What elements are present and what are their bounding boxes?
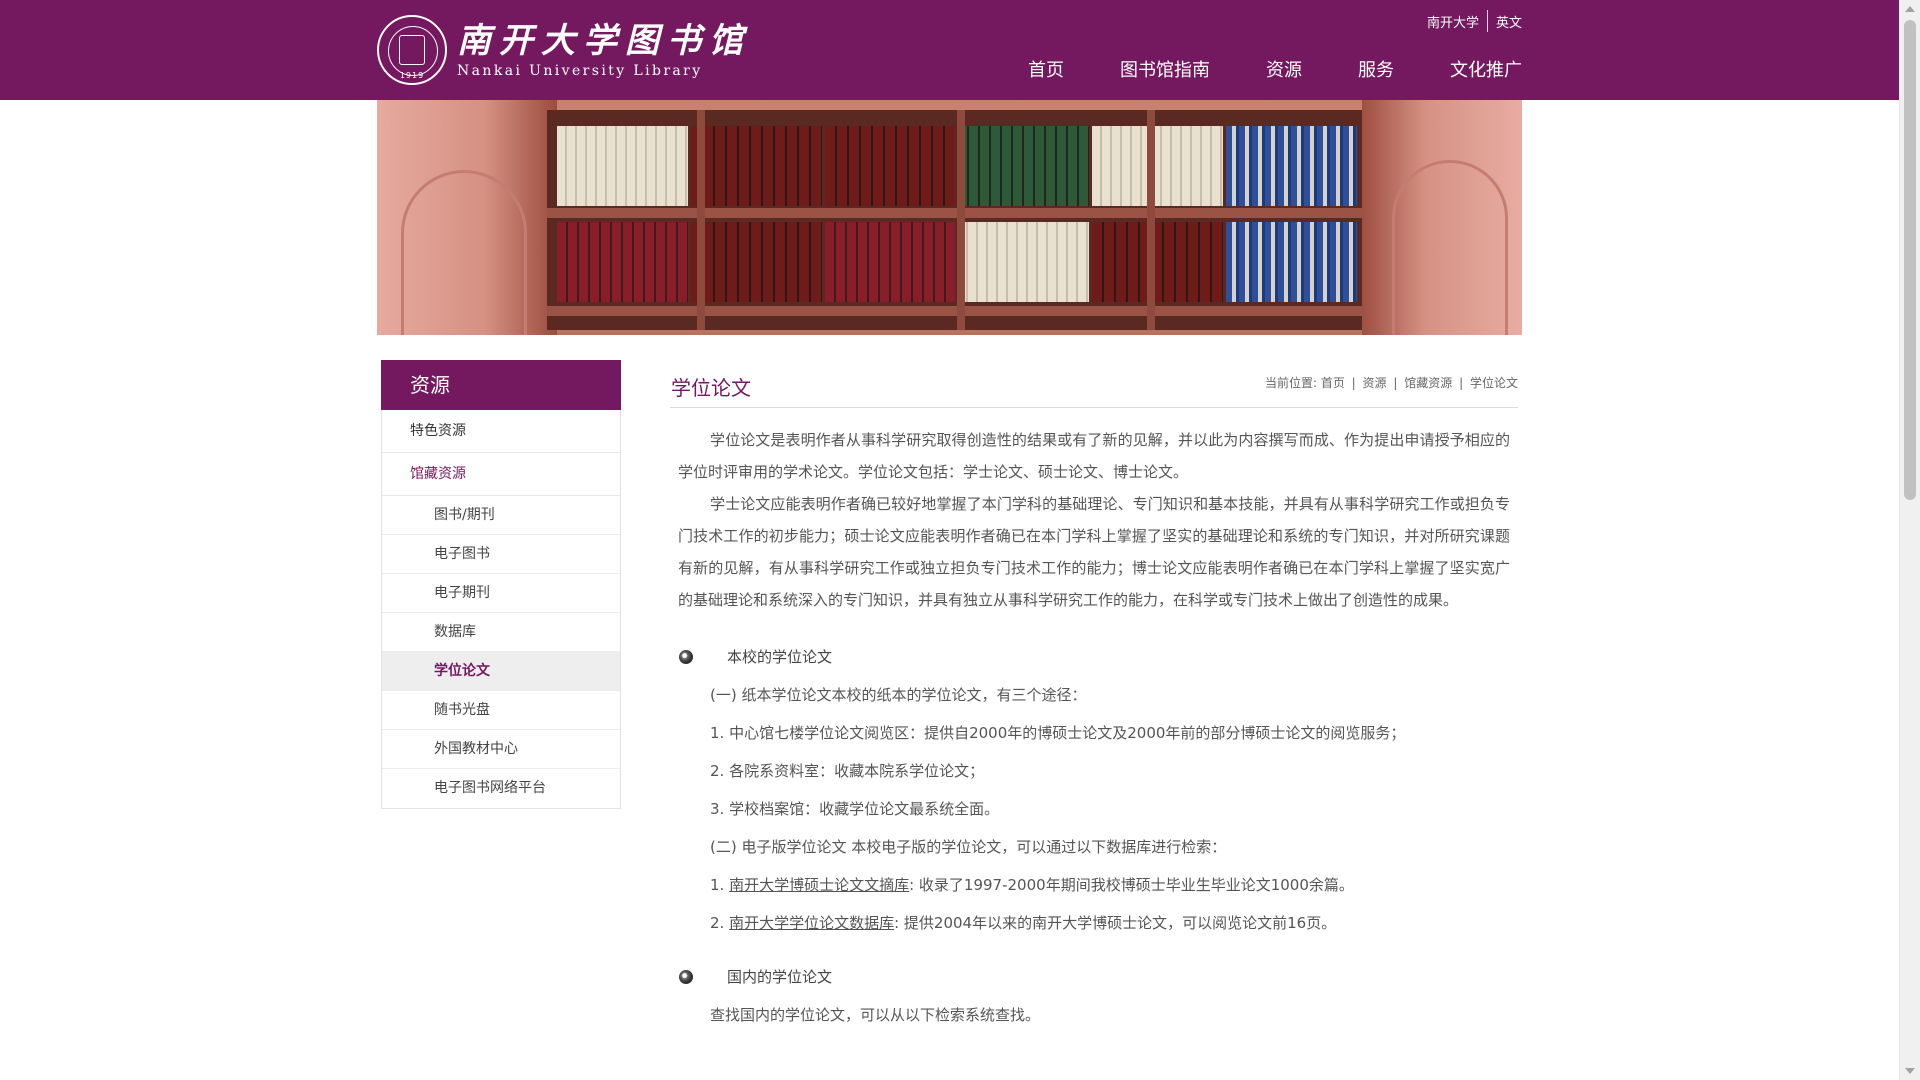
breadcrumb-sep: | [1351,376,1356,390]
university-seal-icon: 1919 [377,15,447,85]
sidebar-subitem-ejournals[interactable]: 电子期刊 [382,574,620,613]
content-line: 2. 各院系资料室：收藏本院系学位论文； [710,762,985,780]
page-title: 学位论文 [671,376,751,400]
levels-paragraph: 学士论文应能表明作者确已较好地掌握了本门学科的基础理论、专门知识和基本技能，并具… [678,495,1510,609]
sidebar-subitem-databases[interactable]: 数据库 [382,613,620,652]
nav-home[interactable]: 首页 [1028,56,1064,82]
logo-chinese: 南开大学图书馆 [457,21,751,61]
banner-bookshelf-image [377,100,1522,335]
seal-year: 1919 [399,71,425,80]
logo-text: 南开大学图书馆 Nankai University Library [457,20,751,80]
database-line: 2. 南开大学学位论文数据库: 提供2004年以来的南开大学博硕士论文，可以阅览… [678,904,1510,942]
breadcrumb: 当前位置: 首页 | 资源 | 馆藏资源 | 学位论文 [1265,374,1518,391]
sidebar-subitem-books-journals[interactable]: 图书/期刊 [382,496,620,535]
nav-library-guide[interactable]: 图书馆指南 [1120,56,1210,82]
toplink-divider [1486,10,1488,32]
section-title-local: 本校的学位论文 [727,648,833,666]
toplink-nankai-university[interactable]: 南开大学 [1427,12,1479,31]
main-content: 学位论文 当前位置: 首页 | 资源 | 馆藏资源 | 学位论文 学位论文是表明… [670,360,1518,1034]
banner-cabinet-right [1362,100,1522,335]
breadcrumb-prefix: 当前位置: [1264,376,1317,390]
nav-culture-promotion[interactable]: 文化推广 [1450,56,1522,82]
breadcrumb-resources[interactable]: 资源 [1363,376,1387,390]
sidebar-item-collection-resources[interactable]: 馆藏资源 [382,453,620,496]
seal-emblem [399,35,425,65]
section-heading: 本校的学位论文 [678,638,1510,676]
content-line: 1. 中心馆七楼学位论文阅览区：提供自2000年的博硕士论文及2000年前的部分… [710,724,1406,742]
breadcrumb-sep: | [1459,376,1464,390]
scroll-down-icon[interactable] [1905,1068,1915,1074]
content-line: 3. 学校档案馆：收藏学位论文最系统全面。 [710,800,1000,818]
sidebar: 资源 特色资源 馆藏资源 图书/期刊 电子图书 电子期刊 数据库 学位论文 随书… [381,360,621,809]
database-line-number: 2. [710,914,730,932]
sidebar-menu: 特色资源 馆藏资源 图书/期刊 电子图书 电子期刊 数据库 学位论文 随书光盘 … [381,410,621,809]
sidebar-title: 资源 [381,360,621,410]
breadcrumb-home[interactable]: 首页 [1321,376,1345,390]
logo-english: Nankai University Library [457,63,703,79]
bullet-icon [679,970,693,984]
database-line-number: 1. [710,876,730,894]
bullet-icon [679,650,693,664]
database-line: 1. 南开大学博硕士论文文摘库: 收录了1997-2000年期间我校博硕士毕业生… [678,866,1510,904]
sidebar-subitem-dissertations[interactable]: 学位论文 [382,652,620,691]
top-links: 南开大学 英文 [1427,10,1522,32]
site-logo[interactable]: 1919 南开大学图书馆 Nankai University Library [377,14,751,86]
database-line-desc: : 收录了1997-2000年期间我校博硕士毕业生毕业论文1000余篇。 [909,876,1354,894]
content-line: (二) 电子版学位论文 本校电子版的学位论文，可以通过以下数据库进行检索： [710,838,1227,856]
article-body: 学位论文是表明作者从事科学研究取得创造性的结果或有了新的见解，并以此为内容撰写而… [670,408,1518,1034]
banner-shelves [547,110,1367,330]
breadcrumb-collection-resources[interactable]: 馆藏资源 [1404,376,1452,390]
breadcrumb-dissertations[interactable]: 学位论文 [1470,376,1518,390]
database-link-dissertations[interactable]: 南开大学学位论文数据库 [729,914,894,932]
section-heading: 国内的学位论文 [678,958,1510,996]
breadcrumb-sep: | [1393,376,1398,390]
sidebar-subitem-cd-rom[interactable]: 随书光盘 [382,691,620,730]
sidebar-subitem-ebooks[interactable]: 电子图书 [382,535,620,574]
content-header: 学位论文 当前位置: 首页 | 资源 | 馆藏资源 | 学位论文 [670,360,1518,408]
site-header: 1919 南开大学图书馆 Nankai University Library 南… [0,0,1899,100]
scroll-up-icon[interactable] [1905,6,1915,12]
nav-services[interactable]: 服务 [1358,56,1394,82]
section-title-domestic: 国内的学位论文 [727,968,833,986]
intro-paragraph: 学位论文是表明作者从事科学研究取得创造性的结果或有了新的见解，并以此为内容撰写而… [678,431,1510,481]
main-nav: 首页 图书馆指南 资源 服务 文化推广 [1028,56,1522,82]
content-line: 查找国内的学位论文，可以从以下检索系统查找。 [710,1006,1041,1024]
sidebar-subitem-foreign-textbooks[interactable]: 外国教材中心 [382,730,620,769]
page-scrollbar[interactable] [1899,0,1920,1080]
database-link-abstracts[interactable]: 南开大学博硕士论文文摘库 [729,876,909,894]
content-line: (一) 纸本学位论文本校的纸本的学位论文，有三个途径： [710,686,1087,704]
banner-cabinet-left [377,100,557,335]
sidebar-subitem-ebook-platform[interactable]: 电子图书网络平台 [382,769,620,808]
toplink-english[interactable]: 英文 [1496,12,1522,31]
header-inner: 1919 南开大学图书馆 Nankai University Library 南… [377,0,1522,100]
scroll-thumb[interactable] [1904,20,1916,500]
sidebar-item-special-resources[interactable]: 特色资源 [382,410,620,453]
nav-resources[interactable]: 资源 [1266,56,1302,82]
database-line-desc: : 提供2004年以来的南开大学博硕士论文，可以阅览论文前16页。 [894,914,1337,932]
